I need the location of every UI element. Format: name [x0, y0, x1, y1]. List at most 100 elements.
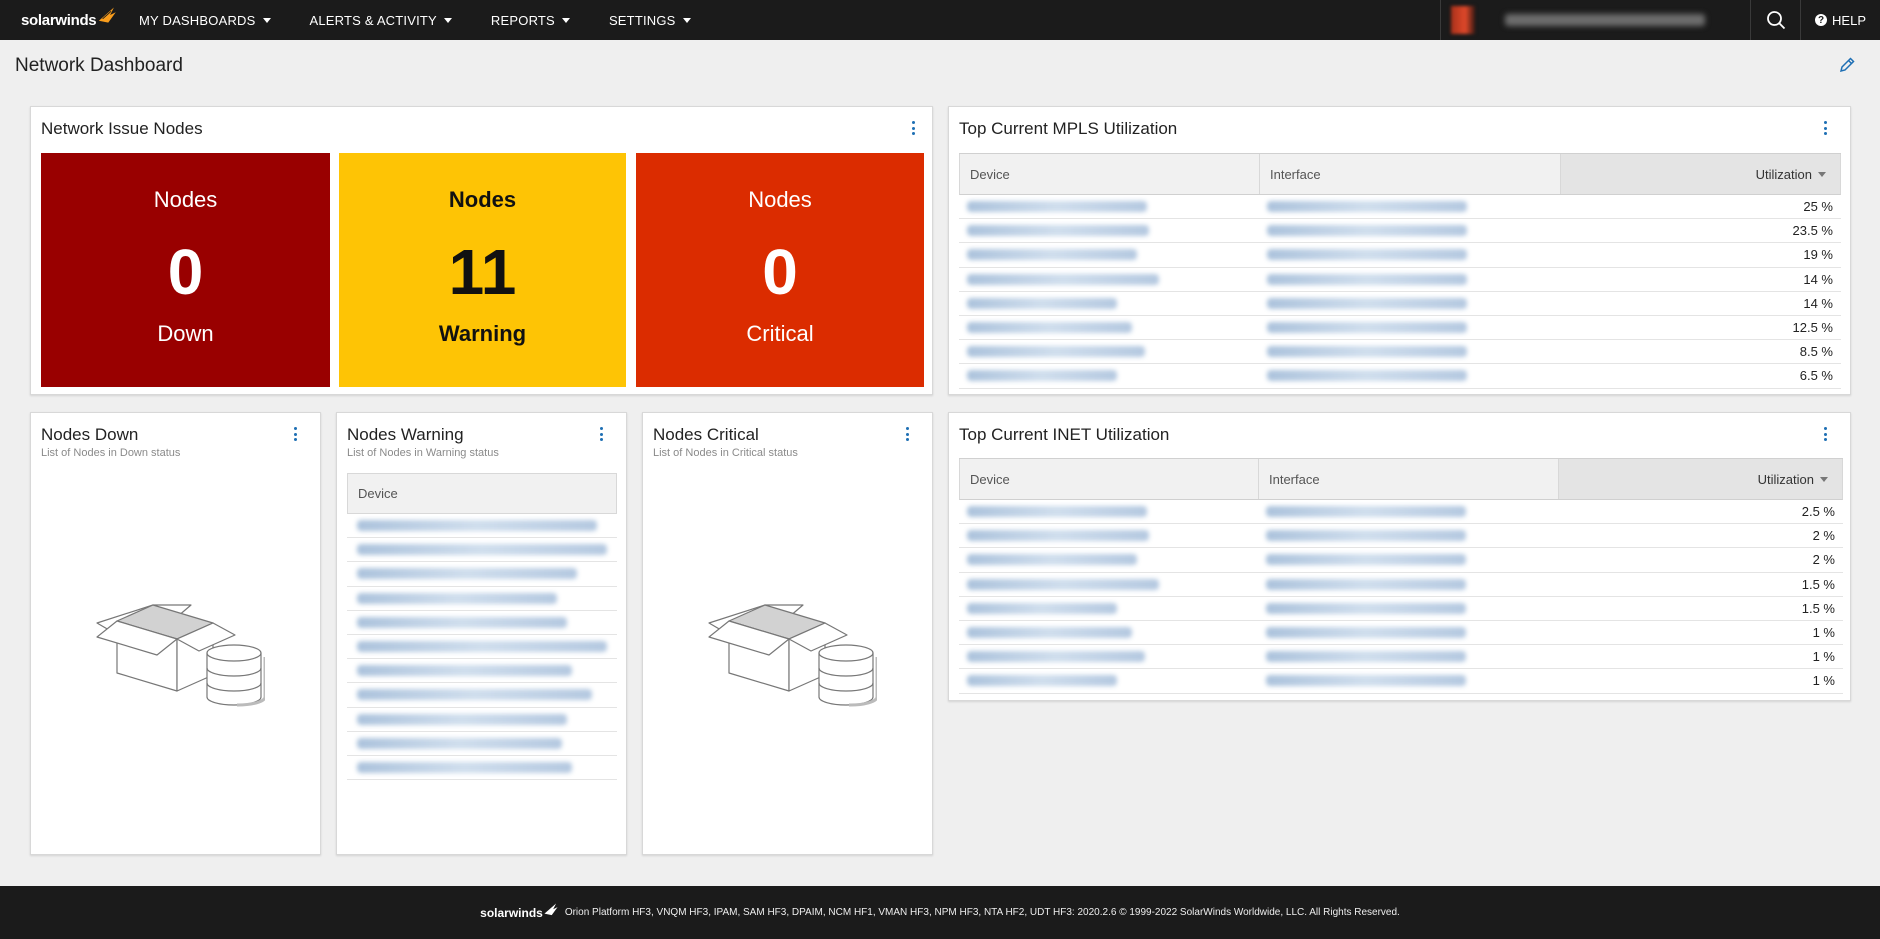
interface-link-redacted[interactable] — [1259, 364, 1560, 387]
list-item[interactable] — [347, 683, 617, 708]
redacted-text — [1266, 627, 1466, 639]
interface-link-redacted[interactable] — [1259, 340, 1560, 363]
panel-menu-icon[interactable] — [290, 425, 300, 443]
interface-link-redacted[interactable] — [1258, 645, 1558, 668]
device-link-redacted[interactable] — [959, 292, 1259, 315]
column-interface[interactable]: Interface — [1260, 154, 1561, 194]
panel-menu-icon[interactable] — [1820, 119, 1830, 137]
nav-my-dashboards[interactable]: MY DASHBOARDS — [118, 0, 289, 40]
panel-menu-icon[interactable] — [908, 119, 918, 137]
interface-link-redacted[interactable] — [1258, 548, 1558, 571]
device-link-redacted[interactable] — [959, 645, 1258, 668]
panel-menu-icon[interactable] — [902, 425, 912, 443]
device-link-redacted[interactable] — [959, 500, 1258, 523]
interface-link-redacted[interactable] — [1258, 621, 1558, 644]
device-link-redacted[interactable] — [959, 268, 1259, 291]
device-link-redacted[interactable] — [959, 340, 1259, 363]
device-link-redacted[interactable] — [959, 524, 1258, 547]
redacted-text — [1267, 201, 1467, 213]
interface-link-redacted[interactable] — [1258, 573, 1558, 596]
redacted-text — [967, 554, 1137, 566]
column-device[interactable]: Device — [960, 459, 1259, 499]
table-row[interactable]: 14 % — [959, 292, 1841, 316]
list-item[interactable] — [347, 756, 617, 781]
interface-link-redacted[interactable] — [1258, 500, 1558, 523]
device-link-redacted[interactable] — [959, 219, 1259, 242]
table-row[interactable]: 2 % — [959, 524, 1843, 549]
table-row[interactable]: 1 % — [959, 645, 1843, 670]
panel-title: Top Current INET Utilization — [959, 425, 1170, 444]
column-utilization[interactable]: Utilization — [1559, 459, 1842, 499]
table-row[interactable]: 12.5 % — [959, 316, 1841, 341]
chevron-down-icon — [682, 17, 691, 23]
interface-link-redacted[interactable] — [1259, 316, 1560, 339]
interface-link-redacted[interactable] — [1259, 195, 1560, 218]
column-interface[interactable]: Interface — [1259, 459, 1559, 499]
table-row[interactable]: 1.5 % — [959, 597, 1843, 621]
interface-link-redacted[interactable] — [1258, 524, 1558, 547]
footer-copyright: Orion Platform HF3, VNQM HF3, IPAM, SAM … — [564, 907, 1400, 918]
nav-alerts-activity[interactable]: ALERTS & ACTIVITY — [289, 0, 470, 40]
edit-pencil-icon[interactable] — [1838, 56, 1856, 74]
interface-link-redacted[interactable] — [1258, 669, 1558, 692]
table-row[interactable]: 8.5 % — [959, 340, 1841, 365]
table-row[interactable]: 6.5 % — [959, 364, 1841, 389]
user-menu[interactable] — [1440, 0, 1750, 40]
device-link-redacted[interactable] — [959, 621, 1258, 644]
solarwinds-logo[interactable]: solarwinds — [0, 0, 118, 40]
column-utilization[interactable]: Utilization — [1561, 154, 1840, 194]
list-item[interactable] — [347, 538, 617, 563]
list-item[interactable] — [347, 635, 617, 660]
sort-desc-icon — [1818, 171, 1826, 177]
nodes-down-tile[interactable]: Nodes 0 Down — [41, 153, 330, 387]
table-row[interactable]: 25 % — [959, 195, 1841, 220]
interface-link-redacted[interactable] — [1259, 219, 1560, 242]
table-row[interactable]: 1.5 % — [959, 573, 1843, 597]
column-device[interactable]: Device — [347, 473, 617, 514]
nodes-critical-tile[interactable]: Nodes 0 Critical — [636, 153, 924, 387]
list-item[interactable] — [347, 514, 617, 539]
table-row[interactable]: 14 % — [959, 268, 1841, 292]
list-item[interactable] — [347, 732, 617, 756]
help-button[interactable]: ? HELP — [1800, 0, 1880, 40]
nav-settings[interactable]: SETTINGS — [588, 0, 709, 40]
redacted-text — [1266, 554, 1466, 566]
redacted-text — [967, 651, 1145, 663]
device-link-redacted[interactable] — [959, 669, 1258, 692]
table-row[interactable]: 1 % — [959, 669, 1843, 694]
list-item[interactable] — [347, 611, 617, 635]
panel-menu-icon[interactable] — [596, 425, 606, 443]
table-row[interactable]: 19 % — [959, 243, 1841, 268]
tile-label-bottom: Critical — [746, 321, 814, 346]
list-item[interactable] — [347, 562, 617, 587]
device-link-redacted[interactable] — [959, 243, 1259, 266]
redacted-text — [357, 689, 592, 701]
redacted-text — [1266, 530, 1466, 542]
interface-link-redacted[interactable] — [1259, 292, 1560, 315]
tile-label-top: Nodes — [448, 187, 517, 212]
redacted-text — [967, 225, 1149, 237]
device-link-redacted[interactable] — [959, 364, 1259, 387]
column-device[interactable]: Device — [960, 154, 1260, 194]
tile-label-bottom: Down — [157, 321, 214, 346]
device-link-redacted[interactable] — [959, 548, 1258, 571]
panel-menu-icon[interactable] — [1820, 425, 1830, 443]
nodes-warning-tile[interactable]: Nodes 11 Warning — [339, 153, 626, 387]
interface-link-redacted[interactable] — [1258, 597, 1558, 620]
device-link-redacted[interactable] — [959, 195, 1259, 218]
interface-link-redacted[interactable] — [1259, 243, 1560, 266]
device-link-redacted[interactable] — [959, 573, 1258, 596]
list-item[interactable] — [347, 587, 617, 611]
device-link-redacted[interactable] — [959, 597, 1258, 620]
table-row[interactable]: 2.5 % — [959, 500, 1843, 525]
nav-reports[interactable]: REPORTS — [470, 0, 588, 40]
search-button[interactable] — [1750, 0, 1800, 40]
list-item[interactable] — [347, 708, 617, 732]
table-row[interactable]: 23.5 % — [959, 219, 1841, 244]
list-item[interactable] — [347, 659, 617, 684]
utilization-value: 8.5 % — [1799, 344, 1833, 360]
table-row[interactable]: 1 % — [959, 621, 1843, 646]
interface-link-redacted[interactable] — [1259, 268, 1560, 291]
table-row[interactable]: 2 % — [959, 548, 1843, 573]
device-link-redacted[interactable] — [959, 316, 1259, 339]
